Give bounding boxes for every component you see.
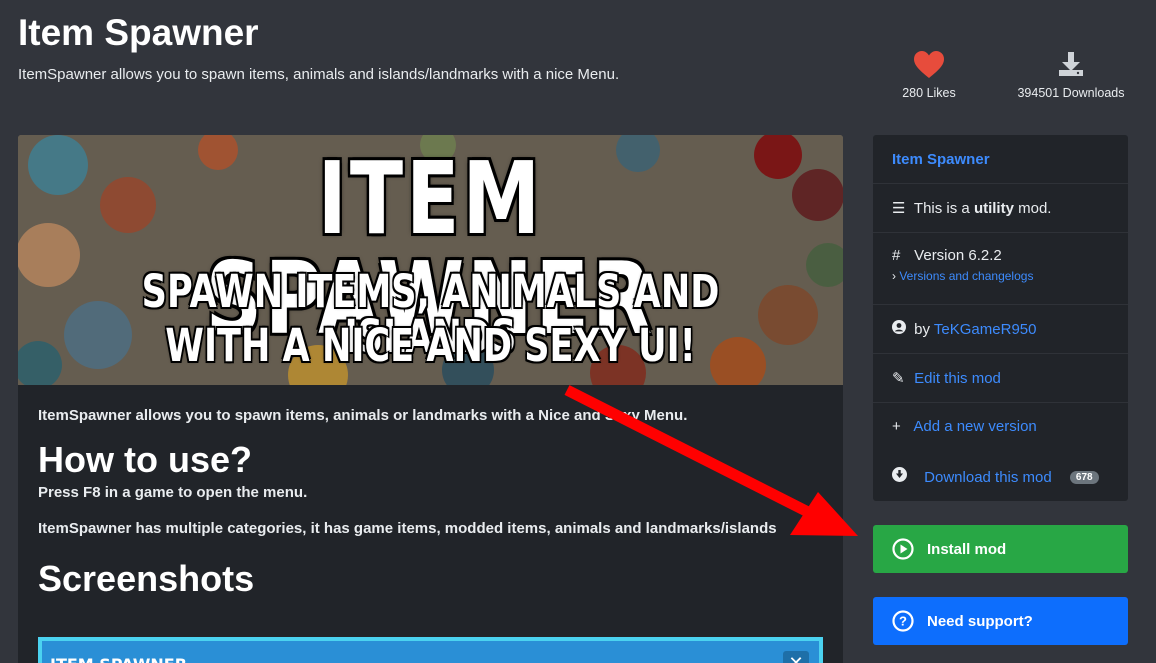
mod-version: # Version 6.2.2 › Versions and changelog… [873,233,1128,305]
user-circle-icon [892,320,910,338]
screenshot-title: ITEM SPAWNER [50,655,187,663]
close-icon: ✕ [783,651,809,663]
how-to-use-heading: How to use? [38,439,252,480]
mod-type-value: utility [973,200,1014,217]
mod-content: ITEM SPAWNER SPAWN ITEMS, ANIMALS AND IS… [18,135,843,663]
add-version-link[interactable]: + Add a new version [873,403,1128,452]
how-to-use-text-2: ItemSpawner has multiple categories, it … [38,519,777,537]
install-mod-button[interactable]: Install mod [873,525,1128,573]
screenshots-heading: Screenshots [38,557,255,599]
page-subtitle: ItemSpawner allows you to spawn items, a… [18,66,620,83]
download-icon [1006,50,1136,82]
plus-icon: + [892,418,901,435]
mod-description: ItemSpawner allows you to spawn items, a… [38,407,688,424]
downloads-count: 394501 Downloads [1017,86,1125,100]
heart-icon [888,50,970,82]
download-count-badge: 678 [1069,471,1099,484]
chevron-right-icon: › [892,269,896,283]
mod-banner: ITEM SPAWNER SPAWN ITEMS, ANIMALS AND IS… [18,135,843,385]
page-title: Item Spawner [18,12,259,53]
download-circle-icon [892,467,910,486]
mod-sidebar: Item Spawner ☰ This is a utility mod. # … [873,135,1128,501]
mod-author: by TeKGameR950 [873,305,1128,354]
banner-tagline-2: WITH A NICE AND SEXY UI! [165,319,696,372]
svg-text:?: ? [899,614,907,629]
play-circle-icon [892,538,914,564]
need-support-button[interactable]: ? Need support? [873,597,1128,645]
screenshot-image[interactable]: ITEM SPAWNER ✕ [38,637,823,663]
versions-changelogs-link[interactable]: › Versions and changelogs [892,269,1128,283]
likes-stat[interactable]: 280 Likes [888,50,970,100]
mod-type: ☰ This is a utility mod. [873,184,1128,233]
pencil-icon: ✎ [892,370,905,387]
author-link[interactable]: TeKGameR950 [934,321,1037,338]
list-icon: ☰ [892,200,906,217]
likes-count: 280 Likes [902,86,956,100]
sidebar-title[interactable]: Item Spawner [873,135,1128,184]
question-circle-icon: ? [892,610,914,636]
download-mod-link[interactable]: Download this mod 678 [873,452,1128,501]
how-to-use-text-1: Press F8 in a game to open the menu. [38,483,308,501]
downloads-stat: 394501 Downloads [1006,50,1136,100]
edit-mod-link[interactable]: ✎ Edit this mod [873,354,1128,403]
hash-icon: # [892,247,901,264]
